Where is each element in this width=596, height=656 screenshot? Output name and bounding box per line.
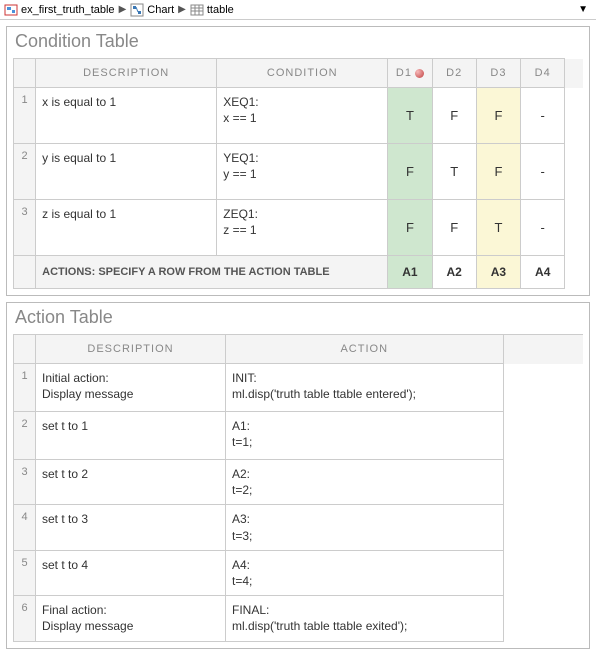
breakpoint-icon[interactable] [415,69,424,78]
header-d2[interactable]: D2 [432,59,476,88]
description-cell[interactable]: z is equal to 1 [36,200,217,256]
header-description[interactable]: DESCRIPTION [36,59,217,88]
condition-cell[interactable]: XEQ1: x == 1 [217,88,388,144]
header-description[interactable]: DESCRIPTION [36,335,226,364]
action-row: 4 set t to 3 A3: t=3; [14,505,584,550]
actions-label: ACTIONS: SPECIFY A ROW FROM THE ACTION T… [36,256,388,289]
action-ref-d1[interactable]: A1 [388,256,432,289]
action-table-panel: Action Table DESCRIPTION ACTION 1 Initia… [6,302,590,649]
condition-table-panel: Condition Table DESCRIPTION CONDITION D1… [6,26,590,296]
description-cell[interactable]: set t to 2 [36,460,226,505]
action-ref-d2[interactable]: A2 [432,256,476,289]
chart-icon [130,3,144,17]
description-cell[interactable]: set t to 4 [36,550,226,595]
row-number: 6 [14,596,36,641]
action-row: 6 Final action: Display message FINAL: m… [14,596,584,641]
decision-cell-d2[interactable]: F [432,88,476,144]
condition-table: DESCRIPTION CONDITION D1 D2 D3 D4 1 x is… [13,58,583,289]
chevron-right-icon: ▶ [178,4,186,15]
condition-row: 1 x is equal to 1 XEQ1: x == 1 T F F - [14,88,584,144]
action-row: 5 set t to 4 A4: t=4; [14,550,584,595]
decision-cell-d1[interactable]: T [388,88,432,144]
decision-cell-d4[interactable]: - [521,200,565,256]
decision-cell-d3[interactable]: T [476,200,520,256]
chevron-right-icon: ▶ [119,4,127,15]
action-cell[interactable]: A1: t=1; [226,412,504,460]
header-blank [14,59,36,88]
truth-table-icon [190,3,204,17]
breadcrumb-item-chart[interactable]: Chart [130,3,174,17]
row-number: 4 [14,505,36,550]
description-cell[interactable]: Initial action: Display message [36,364,226,412]
action-row: 3 set t to 2 A2: t=2; [14,460,584,505]
action-row: 1 Initial action: Display message INIT: … [14,364,584,412]
decision-cell-d3[interactable]: F [476,88,520,144]
breadcrumb-label: Chart [147,4,174,16]
action-ref-d3[interactable]: A3 [476,256,520,289]
description-cell[interactable]: y is equal to 1 [36,144,217,200]
action-table: DESCRIPTION ACTION 1 Initial action: Dis… [13,334,583,642]
breadcrumb: ex_first_truth_table ▶ Chart ▶ ttable ▼ [0,0,596,20]
header-condition[interactable]: CONDITION [217,59,388,88]
condition-row: 3 z is equal to 1 ZEQ1: z == 1 F F T - [14,200,584,256]
actions-row: ACTIONS: SPECIFY A ROW FROM THE ACTION T… [14,256,584,289]
description-cell[interactable]: Final action: Display message [36,596,226,641]
header-d3[interactable]: D3 [476,59,520,88]
decision-cell-d3[interactable]: F [476,144,520,200]
decision-cell-d1[interactable]: F [388,200,432,256]
dropdown-arrow-icon[interactable]: ▼ [578,4,592,15]
action-table-title: Action Table [7,303,589,334]
description-cell[interactable]: set t to 3 [36,505,226,550]
row-number: 3 [14,460,36,505]
action-cell[interactable]: A4: t=4; [226,550,504,595]
header-d4[interactable]: D4 [521,59,565,88]
condition-table-title: Condition Table [7,27,589,58]
header-action[interactable]: ACTION [226,335,504,364]
decision-cell-d4[interactable]: - [521,88,565,144]
action-cell[interactable]: A2: t=2; [226,460,504,505]
header-blank [14,335,36,364]
decision-cell-d2[interactable]: F [432,200,476,256]
condition-cell[interactable]: ZEQ1: z == 1 [217,200,388,256]
action-ref-d4[interactable]: A4 [521,256,565,289]
model-icon [4,3,18,17]
row-number: 3 [14,200,36,256]
row-number: 2 [14,412,36,460]
breadcrumb-item-ttable[interactable]: ttable [190,3,234,17]
breadcrumb-label: ex_first_truth_table [21,4,115,16]
action-cell[interactable]: INIT: ml.disp('truth table ttable entere… [226,364,504,412]
header-d1[interactable]: D1 [388,59,432,88]
description-cell[interactable]: set t to 1 [36,412,226,460]
breadcrumb-label: ttable [207,4,234,16]
condition-cell[interactable]: YEQ1: y == 1 [217,144,388,200]
row-number: 5 [14,550,36,595]
action-cell[interactable]: FINAL: ml.disp('truth table ttable exite… [226,596,504,641]
decision-cell-d2[interactable]: T [432,144,476,200]
action-cell[interactable]: A3: t=3; [226,505,504,550]
row-number: 2 [14,144,36,200]
row-number: 1 [14,364,36,412]
action-row: 2 set t to 1 A1: t=1; [14,412,584,460]
decision-cell-d4[interactable]: - [521,144,565,200]
description-cell[interactable]: x is equal to 1 [36,88,217,144]
breadcrumb-item-model[interactable]: ex_first_truth_table [4,3,115,17]
condition-row: 2 y is equal to 1 YEQ1: y == 1 F T F - [14,144,584,200]
row-number: 1 [14,88,36,144]
decision-cell-d1[interactable]: F [388,144,432,200]
